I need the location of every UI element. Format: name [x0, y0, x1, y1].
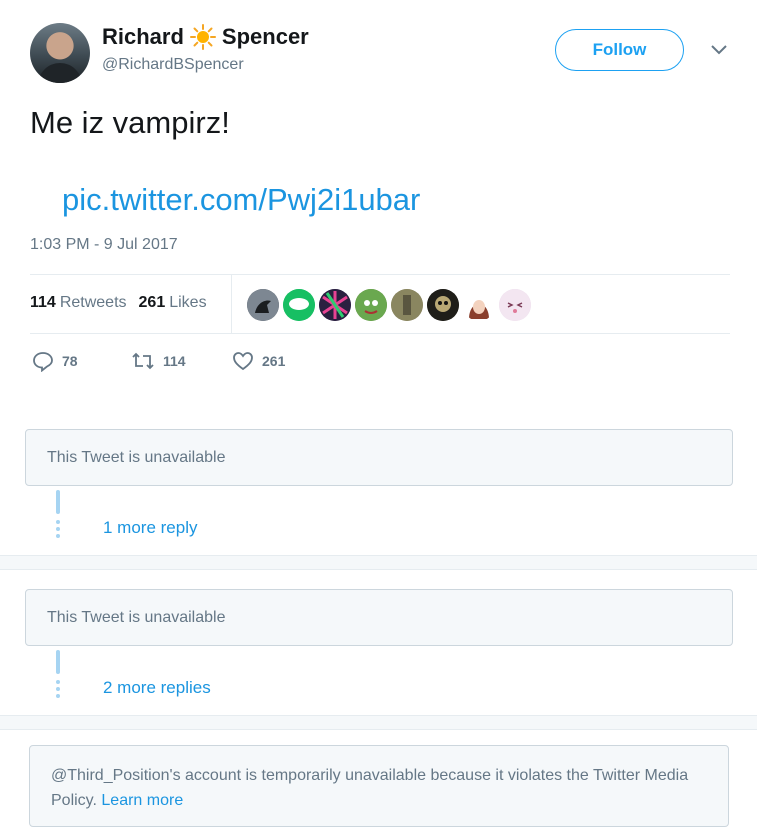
- thread-dot: [56, 687, 60, 691]
- retweets-stat[interactable]: 114 Retweets: [30, 294, 127, 312]
- thread-dot: [56, 694, 60, 698]
- retweet-icon: [132, 352, 154, 370]
- unavailable-tweet-card[interactable]: This Tweet is unavailable: [25, 429, 733, 486]
- liker-avatar[interactable]: [427, 289, 459, 321]
- tweet-timestamp[interactable]: 1:03 PM - 9 Jul 2017: [30, 236, 178, 254]
- liker-avatar[interactable]: [247, 289, 279, 321]
- tweet-stats: 114 Retweets 261 Likes: [30, 294, 207, 312]
- thread-line: [56, 490, 60, 514]
- stats-divider: [231, 275, 232, 333]
- author-last-name: Spencer: [221, 24, 309, 49]
- retweets-count: 114: [30, 294, 56, 311]
- thread-dot: [56, 520, 60, 524]
- likes-label: Likes: [169, 294, 207, 311]
- reply-count: 78: [62, 353, 78, 369]
- liker-avatar[interactable]: [463, 289, 495, 321]
- liker-avatar[interactable]: [499, 289, 531, 321]
- section-separator: [0, 555, 757, 570]
- author-avatar[interactable]: [30, 23, 90, 83]
- more-replies-link[interactable]: 1 more reply: [103, 518, 197, 538]
- unavailable-tweet-text: This Tweet is unavailable: [47, 449, 226, 466]
- divider: [30, 333, 730, 334]
- section-separator: [0, 715, 757, 730]
- thread-dot: [56, 680, 60, 684]
- learn-more-link[interactable]: Learn more: [101, 792, 183, 809]
- unavailable-tweet-text: This Tweet is unavailable: [47, 609, 226, 626]
- thread-line: [56, 650, 60, 674]
- likes-stat[interactable]: 261 Likes: [139, 294, 207, 312]
- retweets-label: Retweets: [59, 294, 127, 311]
- author-first-name: Richard: [102, 24, 184, 49]
- author-name[interactable]: Richard Spencer: [102, 24, 309, 50]
- more-replies-link[interactable]: 2 more replies: [103, 678, 211, 698]
- liker-avatar[interactable]: [283, 289, 315, 321]
- sun-icon: [189, 24, 216, 50]
- retweet-count: 114: [163, 353, 186, 369]
- tweet-media-link[interactable]: pic.twitter.com/Pwj2i1ubar: [62, 182, 420, 218]
- account-unavailable-notice: @Third_Position's account is temporarily…: [29, 745, 729, 827]
- unavailable-tweet-card[interactable]: This Tweet is unavailable: [25, 589, 733, 646]
- liker-avatar[interactable]: [319, 289, 351, 321]
- tweet-text: Me iz vampirz!: [30, 105, 230, 140]
- thread-dot: [56, 527, 60, 531]
- follow-button[interactable]: Follow: [555, 29, 684, 71]
- thread-dot: [56, 534, 60, 538]
- author-handle[interactable]: @RichardBSpencer: [102, 56, 244, 74]
- like-count: 261: [262, 353, 286, 369]
- heart-icon: [233, 352, 253, 371]
- reply-action[interactable]: 78: [32, 350, 78, 372]
- like-action[interactable]: 261: [232, 350, 285, 372]
- retweet-action[interactable]: 114: [131, 350, 186, 372]
- liker-avatar[interactable]: [391, 289, 423, 321]
- reply-icon: [33, 352, 53, 372]
- divider: [30, 274, 730, 275]
- likers-avatars: [247, 289, 531, 321]
- chevron-down-icon[interactable]: [708, 42, 730, 58]
- liker-avatar[interactable]: [355, 289, 387, 321]
- likes-count: 261: [138, 294, 166, 311]
